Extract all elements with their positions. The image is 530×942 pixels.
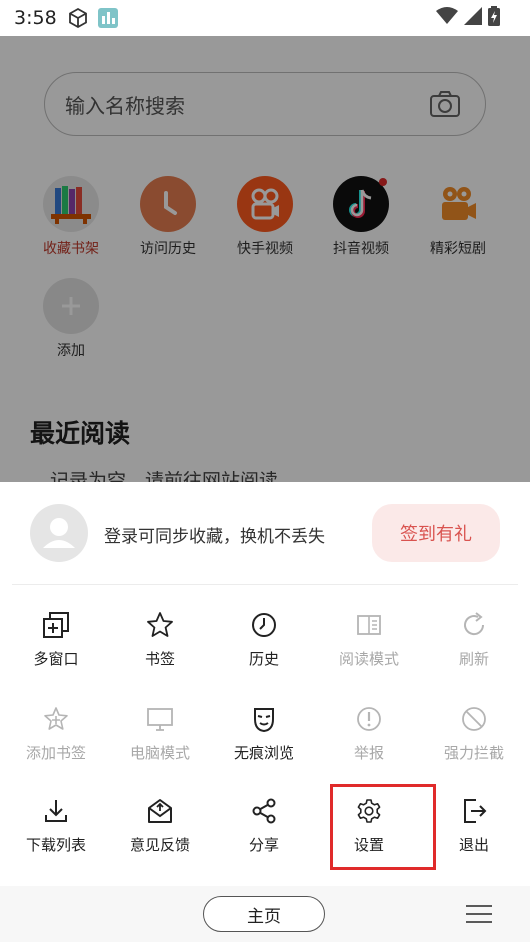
menu-item-desktop-mode[interactable]: 电脑模式 — [108, 704, 212, 763]
history-icon — [249, 610, 279, 640]
wifi-icon — [436, 7, 458, 29]
settings-highlight-box — [330, 784, 436, 870]
home-button[interactable]: 主页 — [203, 896, 325, 932]
cell-signal-icon — [464, 7, 482, 29]
status-bar: 3:58 — [0, 0, 530, 36]
app-notification-icon — [97, 7, 119, 29]
menu-label: 历史 — [248, 650, 279, 668]
menu-item-multi-window[interactable]: 多窗口 — [4, 610, 108, 669]
incognito-mask-icon — [249, 704, 279, 734]
menu-label: 多窗口 — [33, 650, 79, 668]
menu-label: 书签 — [144, 650, 175, 668]
menu-item-downloads[interactable]: 下载列表 — [4, 796, 108, 855]
hamburger-menu-icon[interactable] — [466, 904, 492, 924]
menu-label: 退出 — [458, 836, 489, 854]
bottom-toolbar: 主页 — [0, 886, 530, 942]
dim-overlay[interactable] — [0, 36, 530, 482]
reader-icon — [354, 610, 384, 640]
menu-label: 意见反馈 — [129, 836, 190, 854]
menu-label: 举报 — [353, 744, 384, 762]
menu-label: 下载列表 — [25, 836, 86, 854]
menu-bottom-sheet: 登录可同步收藏，换机不丢失 签到有礼 多窗口 书签 历史 阅读模式 刷新 添加书… — [0, 482, 530, 886]
status-time: 3:58 — [14, 7, 57, 29]
menu-item-share[interactable]: 分享 — [212, 796, 316, 855]
avatar[interactable] — [30, 504, 88, 562]
share-icon — [249, 796, 279, 826]
download-icon — [41, 796, 71, 826]
menu-label: 添加书签 — [25, 744, 86, 762]
menu-item-block[interactable]: 强力拦截 — [422, 704, 526, 763]
menu-item-feedback[interactable]: 意见反馈 — [108, 796, 212, 855]
desktop-icon — [145, 704, 175, 734]
exit-icon — [459, 796, 489, 826]
menu-label: 无痕浏览 — [233, 744, 294, 762]
add-bookmark-icon — [41, 704, 71, 734]
menu-item-history[interactable]: 历史 — [212, 610, 316, 669]
login-prompt-text[interactable]: 登录可同步收藏，换机不丢失 — [104, 522, 325, 547]
menu-item-reader-mode[interactable]: 阅读模式 — [317, 610, 421, 669]
feedback-icon — [145, 796, 175, 826]
menu-label: 电脑模式 — [129, 744, 190, 762]
multi-window-icon — [41, 610, 71, 640]
menu-item-refresh[interactable]: 刷新 — [422, 610, 526, 669]
checkin-button[interactable]: 签到有礼 — [372, 504, 500, 562]
menu-item-exit[interactable]: 退出 — [422, 796, 526, 855]
menu-label: 分享 — [248, 836, 279, 854]
star-icon — [145, 610, 175, 640]
menu-label: 阅读模式 — [338, 650, 399, 668]
login-row: 登录可同步收藏，换机不丢失 签到有礼 — [0, 482, 530, 582]
menu-label: 强力拦截 — [443, 744, 504, 762]
menu-item-bookmarks[interactable]: 书签 — [108, 610, 212, 669]
menu-item-add-bookmark[interactable]: 添加书签 — [4, 704, 108, 763]
report-icon — [354, 704, 384, 734]
cube-icon — [67, 7, 89, 29]
refresh-icon — [459, 610, 489, 640]
menu-item-incognito[interactable]: 无痕浏览 — [212, 704, 316, 763]
menu-item-report[interactable]: 举报 — [317, 704, 421, 763]
battery-charging-icon — [488, 6, 500, 30]
menu-label: 刷新 — [458, 650, 489, 668]
divider — [12, 584, 518, 585]
block-icon — [459, 704, 489, 734]
